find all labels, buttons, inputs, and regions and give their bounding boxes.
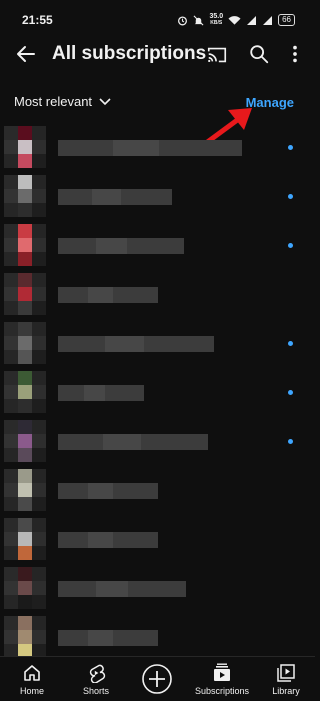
status-bar: 21:55 35.0 KB/S 66 bbox=[0, 0, 315, 40]
mute-icon bbox=[193, 15, 204, 25]
channel-avatar bbox=[4, 175, 46, 217]
nav-label-library: Library bbox=[272, 686, 300, 696]
alarm-icon bbox=[178, 15, 188, 25]
nav-shorts[interactable]: Shorts bbox=[78, 657, 114, 701]
nav-label-home: Home bbox=[19, 686, 44, 696]
channel-list bbox=[0, 123, 315, 662]
channel-name-blurred bbox=[58, 189, 172, 205]
new-content-dot bbox=[288, 341, 293, 346]
channel-name-blurred bbox=[58, 287, 158, 303]
sort-dropdown[interactable]: Most relevant bbox=[14, 94, 112, 109]
new-content-dot bbox=[288, 439, 293, 444]
status-time: 21:55 bbox=[22, 13, 53, 27]
channel-avatar bbox=[4, 322, 46, 364]
channel-row[interactable] bbox=[0, 319, 315, 368]
create-icon[interactable] bbox=[141, 663, 173, 695]
channel-row[interactable] bbox=[0, 221, 315, 270]
sort-label: Most relevant bbox=[14, 94, 93, 109]
channel-avatar bbox=[4, 420, 46, 462]
shorts-icon bbox=[89, 664, 106, 683]
network-speed-unit: KB/S bbox=[210, 20, 223, 26]
channel-row[interactable] bbox=[0, 368, 315, 417]
cast-icon[interactable] bbox=[206, 44, 228, 66]
new-content-dot bbox=[288, 243, 293, 248]
channel-avatar bbox=[4, 469, 46, 511]
channel-row[interactable] bbox=[0, 417, 315, 466]
nav-label-shorts: Shorts bbox=[82, 686, 109, 696]
new-content-dot bbox=[288, 390, 293, 395]
channel-avatar bbox=[4, 126, 46, 168]
bottom-nav: Home Shorts Subscriptions Library bbox=[0, 656, 315, 700]
battery-level: 66 bbox=[278, 14, 295, 26]
channel-row[interactable] bbox=[0, 270, 315, 319]
channel-name-blurred bbox=[58, 238, 184, 254]
new-content-dot bbox=[288, 194, 293, 199]
channel-row[interactable] bbox=[0, 515, 315, 564]
channel-avatar bbox=[4, 273, 46, 315]
subscriptions-icon bbox=[214, 663, 230, 681]
channel-avatar bbox=[4, 371, 46, 413]
channel-avatar bbox=[4, 567, 46, 609]
back-arrow-icon[interactable] bbox=[14, 42, 38, 66]
channel-name-blurred bbox=[58, 434, 208, 450]
signal-2-icon bbox=[263, 15, 273, 25]
channel-name-blurred bbox=[58, 532, 158, 548]
home-icon bbox=[24, 665, 40, 681]
filter-row: Most relevant Manage bbox=[0, 90, 315, 116]
channel-avatar bbox=[4, 518, 46, 560]
channel-name-blurred bbox=[58, 630, 158, 646]
wifi-icon bbox=[228, 15, 241, 25]
signal-icon bbox=[247, 15, 257, 25]
channel-name-blurred bbox=[58, 385, 144, 401]
chevron-down-icon bbox=[99, 97, 111, 105]
channel-row[interactable] bbox=[0, 613, 315, 662]
channel-row[interactable] bbox=[0, 123, 315, 172]
channel-name-blurred bbox=[58, 581, 186, 597]
app-bar: All subscriptions bbox=[0, 40, 315, 70]
more-vert-icon[interactable] bbox=[286, 43, 304, 65]
status-icons: 35.0 KB/S 66 bbox=[177, 13, 295, 27]
channel-name-blurred bbox=[58, 336, 214, 352]
channel-name-blurred bbox=[58, 483, 158, 499]
channel-avatar bbox=[4, 224, 46, 266]
search-icon[interactable] bbox=[248, 43, 270, 65]
nav-library[interactable]: Library bbox=[268, 657, 304, 701]
nav-subscriptions[interactable]: Subscriptions bbox=[190, 657, 254, 701]
channel-row[interactable] bbox=[0, 466, 315, 515]
new-content-dot bbox=[288, 145, 293, 150]
network-speed: 35.0 KB/S bbox=[209, 13, 223, 27]
channel-name-blurred bbox=[58, 140, 242, 156]
channel-row[interactable] bbox=[0, 564, 315, 613]
page-title: All subscriptions bbox=[52, 43, 207, 64]
channel-avatar bbox=[4, 616, 46, 658]
nav-label-subscriptions: Subscriptions bbox=[194, 686, 250, 696]
channel-row[interactable] bbox=[0, 172, 315, 221]
network-speed-value: 35.0 bbox=[209, 13, 224, 20]
nav-home[interactable]: Home bbox=[16, 657, 48, 701]
library-icon bbox=[277, 664, 295, 682]
